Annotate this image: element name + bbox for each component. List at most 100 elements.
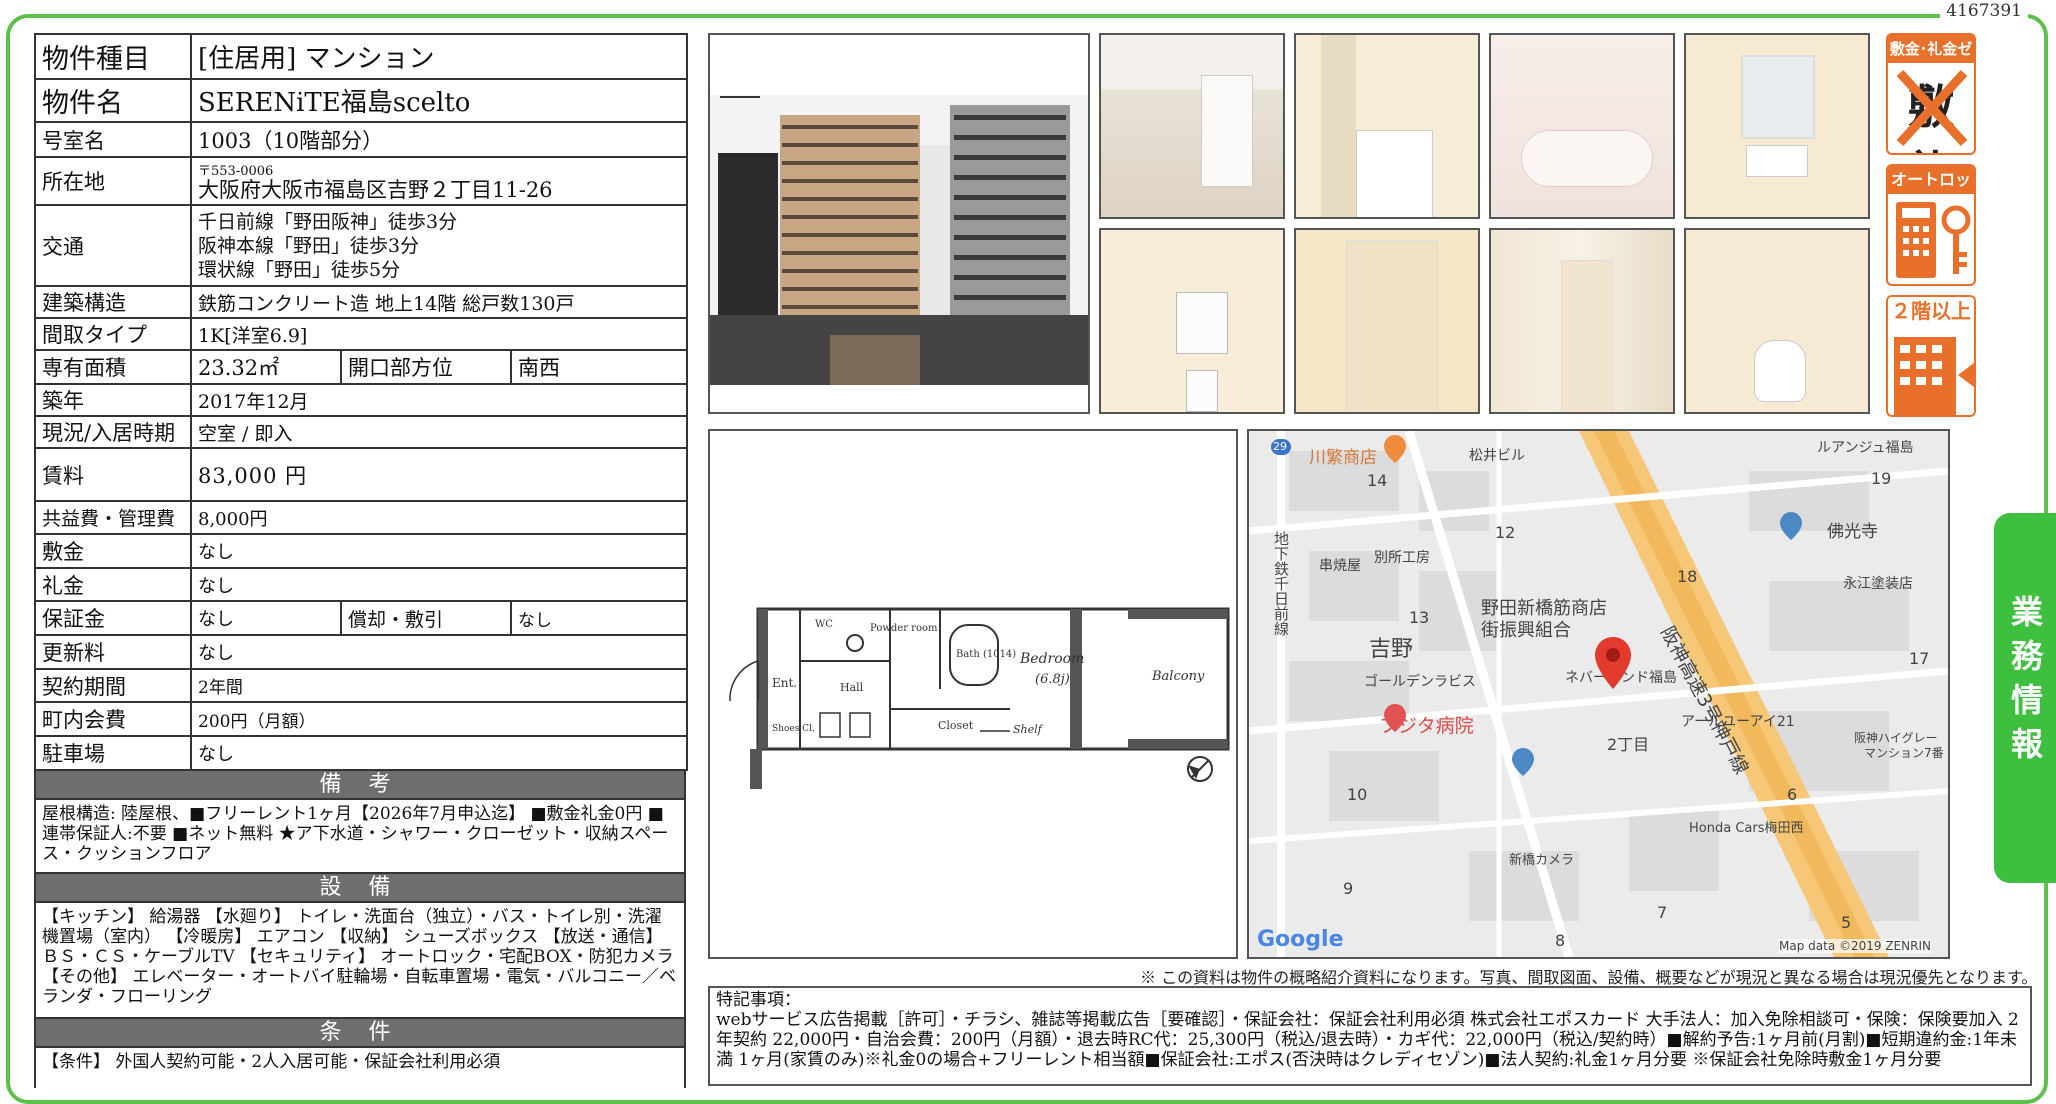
- label-structure: 建築構造: [34, 285, 192, 319]
- plan-wc-label: WC: [815, 619, 833, 630]
- map-label: 18: [1677, 567, 1698, 586]
- plan-powder-label: Powder room: [870, 623, 938, 634]
- row-built: 築年 2017年12月: [34, 383, 689, 417]
- mirror-shape: [1741, 55, 1815, 139]
- map-label: 川繁商店: [1309, 448, 1377, 468]
- label-layout: 間取タイプ: [34, 317, 192, 351]
- zero-deposit-badge: 敷金･礼金ゼロ 敷礼: [1886, 33, 1976, 155]
- row-name: 物件名 SERENiTE福島scelto: [34, 78, 689, 123]
- label-status: 現況/入居時期: [34, 415, 192, 449]
- label-room: 号室名: [34, 121, 192, 158]
- conditions-text: 【条件】 外国人契約可能・2人入居可能・保証会社利用必須: [34, 1048, 686, 1088]
- plan-bedroom-label: Bedroom: [1019, 651, 1084, 667]
- conditions-heading: 条 件: [34, 1019, 686, 1048]
- building-photo[interactable]: [708, 33, 1090, 414]
- plan-hall-label: Hall: [840, 681, 864, 694]
- interior-photo[interactable]: [1684, 33, 1870, 219]
- value-deposit: なし: [189, 533, 689, 569]
- map-label: 串焼屋: [1319, 558, 1361, 574]
- row-guarantee: 保証金 なし 償却・敷引 なし: [34, 600, 689, 636]
- map-label: ゴールデンラビス: [1364, 674, 1476, 690]
- special-notes-text: webサービス広告掲載［許可］・チラシ、雑誌等掲載広告［要確認］・保証会社：保証…: [716, 1010, 2019, 1070]
- map-label: 佛光寺: [1827, 522, 1878, 542]
- property-id: 4167391: [1940, 1, 2028, 21]
- row-layout: 間取タイプ 1K[洋室6.9]: [34, 317, 689, 351]
- sink-cabinet-shape: [1356, 130, 1433, 217]
- value-room: 1003（10階部分）: [189, 121, 689, 158]
- row-structure: 建築構造 鉄筋コンクリート造 地上14階 総戸数130戸: [34, 285, 689, 319]
- value-key-money: なし: [189, 567, 689, 602]
- map-label: 7: [1657, 903, 1668, 922]
- bathtub-shape: [1521, 130, 1653, 187]
- row-fee: 共益費・管理費 8,000円: [34, 500, 689, 535]
- map-label: 8: [1555, 931, 1566, 950]
- temple-pin-icon: [1780, 512, 1802, 540]
- row-area: 専有面積 23.32㎡ 開口部方位 南西: [34, 349, 689, 385]
- row-room: 号室名 1003（10階部分）: [34, 121, 689, 158]
- plan-bath-label: Bath (1014): [956, 649, 1016, 660]
- hallway-shape: [1561, 260, 1613, 412]
- business-info-tab[interactable]: 業務情報: [1994, 513, 2056, 883]
- map-label: 松井ビル: [1469, 448, 1525, 464]
- row-transport: 交通 千日前線「野田阪神」徒歩3分 阪神本線「野田」徒歩3分 環状線「野田」徒歩…: [34, 204, 689, 287]
- transport-line: 阪神本線「野田」徒歩3分: [198, 234, 420, 257]
- interior-photo[interactable]: [1294, 33, 1480, 219]
- row-key-money: 礼金 なし: [34, 567, 689, 602]
- map-label: Honda Cars梅田西: [1689, 821, 1804, 836]
- hospital-pin-icon: [1384, 704, 1406, 732]
- label-amortization: 償却・敷引: [340, 600, 512, 636]
- plan-shelf-label: Shelf: [1013, 723, 1044, 736]
- floor-plan[interactable]: Ent. Hall Powder room Bath (1014) WC Sho…: [708, 429, 1238, 959]
- label-built: 築年: [34, 383, 192, 417]
- value-name: SERENiTE福島scelto: [189, 78, 689, 123]
- spec-table: 物件種目 [住居用] マンション 物件名 SERENiTE福島scelto 号室…: [34, 33, 689, 771]
- map-streets: [1249, 431, 1948, 957]
- value-contract: 2年間: [189, 668, 689, 703]
- interior-image: [1101, 35, 1283, 217]
- location-pin-icon: [1595, 637, 1631, 689]
- area-map[interactable]: 29 川繁商店 松井ビル ルアンジュ福島 14 19 12 佛光寺 永江塗装店 …: [1247, 429, 1950, 959]
- interior-photo[interactable]: [1294, 228, 1480, 414]
- interior-photo[interactable]: [1489, 228, 1675, 414]
- map-copyright: Map data ©2019 ZENRIN: [1779, 939, 1931, 953]
- value-address: 〒553-0006 大阪府大阪市福島区吉野２丁目11-26: [189, 156, 689, 206]
- label-address: 所在地: [34, 156, 192, 206]
- value-rent: 83,000 円: [189, 447, 689, 502]
- map-label: 10: [1347, 785, 1368, 804]
- value-type: [住居用] マンション: [189, 33, 689, 80]
- disclaimer-note: ※ この資料は物件の概略紹介資料になります。写真、間取図面、設備、概要などが現況…: [1140, 968, 2038, 987]
- label-guarantee: 保証金: [34, 600, 192, 636]
- transport-line: 環状線「野田」徒歩5分: [198, 258, 401, 281]
- map-label: 13: [1409, 608, 1430, 627]
- north-compass-icon: [1187, 756, 1213, 782]
- label-parking: 駐車場: [34, 735, 192, 771]
- map-label: 地下鉄千日前線: [1272, 531, 1290, 636]
- value-fee: 8,000円: [189, 500, 689, 535]
- special-notes: 特記事項： webサービス広告掲載［許可］・チラシ、雑誌等掲載広告［要確認］・保…: [708, 986, 2032, 1086]
- basin-shape: [1746, 145, 1808, 177]
- value-layout: 1K[洋室6.9]: [189, 317, 689, 351]
- map-label: 19: [1871, 469, 1892, 488]
- label-renewal: 更新料: [34, 634, 192, 670]
- transport-line: 千日前線「野田阪神」徒歩3分: [198, 210, 458, 233]
- equipment-text: 【キッチン】 給湯器 【水廻り】 トイレ・洗面台（独立）・バス・トイレ別・洗濯機…: [34, 903, 686, 1019]
- autolock-badge: オートロック: [1886, 164, 1976, 286]
- interior-photo[interactable]: [1099, 33, 1285, 219]
- map-label: 6: [1787, 785, 1798, 804]
- label-rent: 賃料: [34, 447, 192, 502]
- map-label: 街振興組合: [1481, 620, 1571, 641]
- interior-photo[interactable]: [1489, 33, 1675, 219]
- lock-keypad-icon: [1896, 202, 1971, 278]
- label-town-fee: 町内会費: [34, 701, 192, 737]
- google-logo: Google: [1257, 927, 1344, 952]
- interior-photo[interactable]: [1099, 228, 1285, 414]
- map-label: 別所工房: [1374, 550, 1430, 566]
- value-structure: 鉄筋コンクリート造 地上14階 総戸数130戸: [189, 285, 689, 319]
- map-label: 14: [1367, 471, 1388, 490]
- label-name: 物件名: [34, 78, 192, 123]
- value-guarantee: なし: [190, 600, 342, 636]
- interior-photo[interactable]: [1684, 228, 1870, 414]
- shelf-shape: [1346, 240, 1438, 412]
- label-transport: 交通: [34, 204, 192, 287]
- value-transport: 千日前線「野田阪神」徒歩3分 阪神本線「野田」徒歩3分 環状線「野田」徒歩5分: [189, 204, 689, 287]
